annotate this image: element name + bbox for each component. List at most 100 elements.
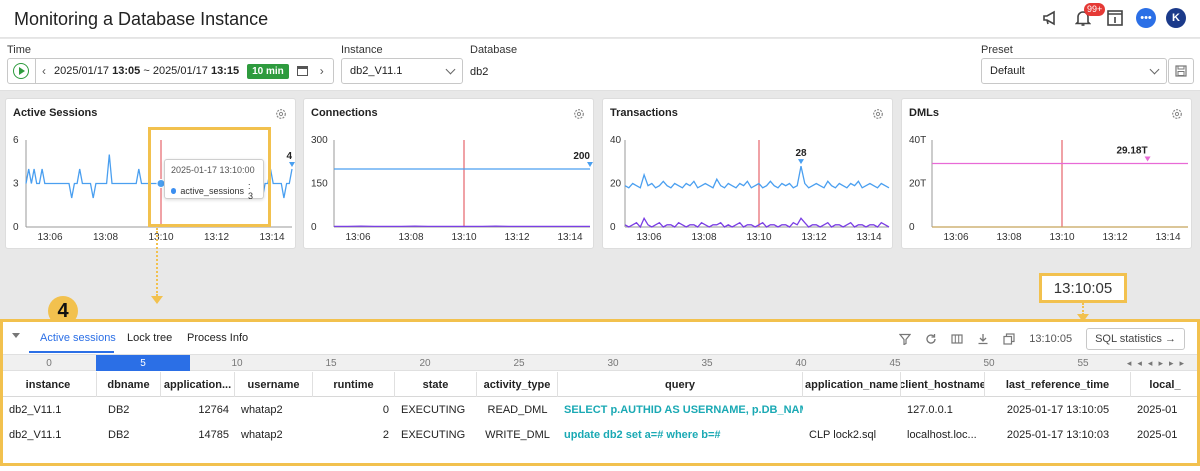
timeline-second-25[interactable]: 25 <box>472 355 566 371</box>
timeline-second-50[interactable]: 50 <box>942 355 1036 371</box>
x-tick-label: 13:14 <box>557 232 582 243</box>
y-tick-label: 20 <box>610 179 622 190</box>
column-header[interactable]: username <box>235 372 313 397</box>
table-cell: EXECUTING <box>401 403 466 416</box>
x-tick-label: 13:10 <box>746 232 771 243</box>
database-value: db2 <box>470 66 489 78</box>
top-bar: Monitoring a Database Instance 99+ ••• K <box>0 0 1200 38</box>
column-header[interactable]: query <box>558 372 803 397</box>
duration-badge[interactable]: 10 min <box>247 63 289 79</box>
chevron-down-icon <box>445 64 456 75</box>
chart-connections[interactable]: 300 150 0 13:06 13:08 13:10 13:12 13:14 200 <box>304 99 595 250</box>
timeline-second-30[interactable]: 30 <box>566 355 660 371</box>
column-header[interactable]: instance <box>0 372 97 397</box>
calendar-icon[interactable] <box>296 66 308 76</box>
chat-icon[interactable]: ••• <box>1136 8 1156 28</box>
save-icon <box>1175 65 1187 77</box>
arrow-right-icon: → <box>1165 333 1176 345</box>
column-header[interactable]: last_reference_time <box>985 372 1131 397</box>
timeline-second-0[interactable]: 0 <box>2 355 96 371</box>
seconds-timeline[interactable]: ◂◂◂▸▸▸ 0 5 10 15 20 25 30 35 40 45 50 55 <box>0 354 1200 371</box>
table-cell[interactable]: update db2 set a=# where b=# <box>558 422 803 447</box>
table-cell: WRITE_DML <box>485 428 550 441</box>
filter-icon[interactable] <box>899 333 912 345</box>
table-row[interactable]: db2_V11.1 DB2 14785 whatap2 2 EXECUTING WRITE_… <box>0 422 1200 447</box>
column-header[interactable]: local_ <box>1131 372 1200 397</box>
dotted-arrow-line <box>156 228 158 296</box>
table-cell: 2025-01 <box>1137 428 1178 441</box>
page-title: Monitoring a Database Instance <box>14 9 269 29</box>
refresh-icon[interactable] <box>925 333 937 345</box>
notification-badge: 99+ <box>1084 3 1106 16</box>
column-header[interactable]: application... <box>161 372 235 397</box>
tooltip-value: : 3 <box>247 181 253 201</box>
filter-bar: Time ‹ 2025/01/17 13:05 ~ 2025/01/17 13:… <box>0 39 1200 91</box>
panel-time: 13:10:05 <box>1029 333 1073 345</box>
chart-panel-transactions: Transactions 40 20 0 13:06 13:08 13:10 13:12 13… <box>602 98 893 249</box>
column-header[interactable]: client_hostname <box>901 372 985 397</box>
latest-value-label: 4 <box>286 151 292 162</box>
collapse-icon[interactable] <box>12 333 20 338</box>
tab-process-info[interactable]: Process Info <box>187 332 248 344</box>
table-cell: 12764 <box>198 403 229 416</box>
table-cell: EXECUTING <box>401 428 466 441</box>
megaphone-icon[interactable] <box>1040 7 1062 29</box>
x-tick-label: 13:08 <box>398 232 423 243</box>
latest-value-label: 29.18T <box>1116 146 1147 157</box>
table-cell[interactable]: SELECT p.AUTHID AS USERNAME, p.DB_NAM... <box>558 397 803 422</box>
instance-select[interactable]: db2_V11.1 <box>341 58 463 84</box>
x-tick-label: 13:06 <box>943 232 968 243</box>
instance-label: Instance <box>341 44 383 56</box>
play-icon[interactable] <box>13 63 29 79</box>
download-icon[interactable] <box>977 333 989 345</box>
tooltip-series: active_sessions <box>180 186 244 196</box>
timeline-second-40[interactable]: 40 <box>754 355 848 371</box>
tooltip-time: 2025-01-17 13:10:00 <box>171 165 255 175</box>
table-cell <box>803 397 901 422</box>
chevron-right-icon[interactable]: › <box>314 64 330 78</box>
tab-active-sessions[interactable]: Active sessions <box>40 332 116 344</box>
table-row[interactable]: db2_V11.1 DB2 12764 whatap2 0 EXECUTING READ_D… <box>0 397 1200 422</box>
table-cell: localhost.loc... <box>907 428 977 441</box>
preset-select[interactable]: Default <box>981 58 1167 84</box>
timeline-second-10[interactable]: 10 <box>190 355 284 371</box>
timeline-nav-icons[interactable]: ◂◂◂▸▸▸ <box>1127 358 1190 369</box>
timeline-second-15[interactable]: 15 <box>284 355 378 371</box>
column-header[interactable]: activity_type <box>477 372 558 397</box>
x-tick-label: 13:12 <box>504 232 529 243</box>
avatar[interactable]: K <box>1166 8 1186 28</box>
chevron-left-icon[interactable]: ‹ <box>36 64 52 78</box>
table-cell: 2025-01-17 13:10:03 <box>1006 428 1110 441</box>
table-cell: DB2 <box>108 403 130 416</box>
timeline-second-55[interactable]: 55 <box>1036 355 1130 371</box>
series-line <box>624 165 890 189</box>
timeline-second-35[interactable]: 35 <box>660 355 754 371</box>
y-tick-label: 20T <box>909 179 926 190</box>
table-cell: 2025-01-17 13:10:05 <box>1006 403 1110 416</box>
column-header[interactable]: application_name <box>803 372 901 397</box>
x-tick-label: 13:14 <box>1155 232 1180 243</box>
series-line <box>624 216 890 229</box>
column-header[interactable]: runtime <box>313 372 395 397</box>
sql-statistics-button[interactable]: SQL statistics → <box>1086 328 1185 350</box>
columns-icon[interactable] <box>951 333 963 345</box>
timeline-second-5[interactable]: 5 <box>96 355 190 371</box>
x-tick-label: 13:06 <box>636 232 661 243</box>
table-cell: READ_DML <box>487 403 548 416</box>
column-header[interactable]: dbname <box>97 372 161 397</box>
y-tick-label: 3 <box>13 179 19 190</box>
info-icon[interactable] <box>1104 7 1126 29</box>
bell-icon[interactable]: 99+ <box>1072 3 1106 29</box>
timeline-second-20[interactable]: 20 <box>378 355 472 371</box>
chart-dmls[interactable]: 40T 20T 0 13:06 13:08 13:10 13:12 13:14 29.18T <box>902 99 1193 250</box>
panel-tools: 13:10:05 SQL statistics → <box>899 328 1185 350</box>
save-preset-button[interactable] <box>1168 58 1194 84</box>
chart-transactions[interactable]: 40 20 0 13:06 13:08 13:10 13:12 13:14 28 <box>603 99 894 250</box>
arrow-head-icon <box>151 296 163 304</box>
copy-icon[interactable] <box>1003 333 1015 345</box>
time-range-text[interactable]: 2025/01/17 13:05 ~ 2025/01/17 13:15 <box>52 65 241 77</box>
tab-lock-tree[interactable]: Lock tree <box>127 332 172 344</box>
timeline-second-45[interactable]: 45 <box>848 355 942 371</box>
table-cell: 0 <box>382 403 389 416</box>
column-header[interactable]: state <box>395 372 477 397</box>
